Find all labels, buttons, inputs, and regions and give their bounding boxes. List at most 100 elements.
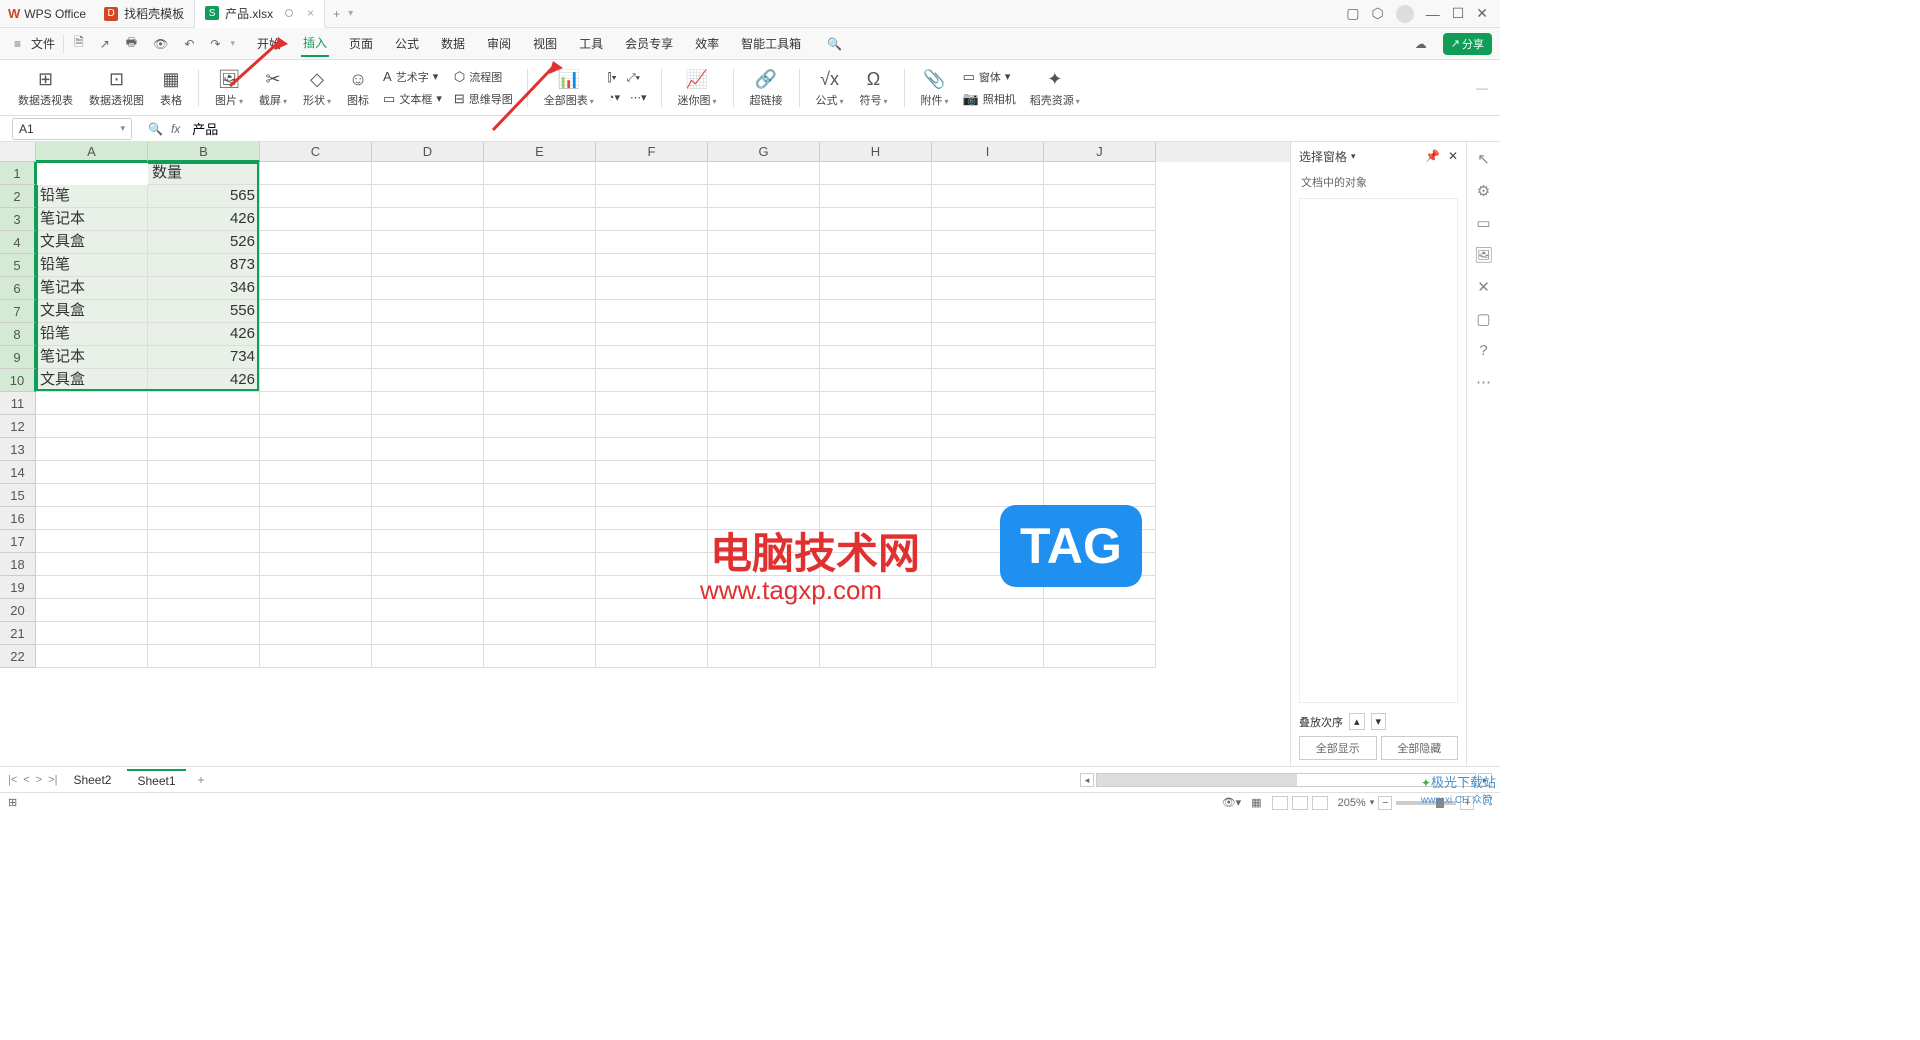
cell-G2[interactable] <box>708 185 820 208</box>
cell-J15[interactable] <box>1044 484 1156 507</box>
cell-D15[interactable] <box>372 484 484 507</box>
cell-H1[interactable] <box>820 162 932 185</box>
cell-H9[interactable] <box>820 346 932 369</box>
cell-C22[interactable] <box>260 645 372 668</box>
col-header-J[interactable]: J <box>1044 142 1156 162</box>
cell-G22[interactable] <box>708 645 820 668</box>
cell-G18[interactable] <box>708 553 820 576</box>
cell-A21[interactable] <box>36 622 148 645</box>
cell-I19[interactable] <box>932 576 1044 599</box>
row-header-7[interactable]: 7 <box>0 300 36 323</box>
cell-E21[interactable] <box>484 622 596 645</box>
cell-B12[interactable] <box>148 415 260 438</box>
cloud-icon[interactable]: ☁ <box>1409 37 1433 51</box>
screenshot-button[interactable]: ✂截屏▾ <box>253 64 293 112</box>
cell-F15[interactable] <box>596 484 708 507</box>
cell-D21[interactable] <box>372 622 484 645</box>
scroll-right-icon[interactable]: ▸ <box>1478 773 1492 787</box>
cell-D16[interactable] <box>372 507 484 530</box>
cell-J17[interactable] <box>1044 530 1156 553</box>
cell-D13[interactable] <box>372 438 484 461</box>
row-header-8[interactable]: 8 <box>0 323 36 346</box>
cell-A18[interactable] <box>36 553 148 576</box>
image-tool-icon[interactable]: 🖼 <box>1474 246 1493 264</box>
col-header-H[interactable]: H <box>820 142 932 162</box>
menu-tab-vip[interactable]: 会员专享 <box>623 31 675 56</box>
cell-E1[interactable] <box>484 162 596 185</box>
cell-F20[interactable] <box>596 599 708 622</box>
col-header-I[interactable]: I <box>932 142 1044 162</box>
line-chart-icon[interactable]: ⤢▾ <box>623 70 644 87</box>
cell-C13[interactable] <box>260 438 372 461</box>
spreadsheet-grid[interactable]: ABCDEFGHIJ 12345678910111213141516171819… <box>0 142 1290 766</box>
cell-I5[interactable] <box>932 254 1044 277</box>
row-header-11[interactable]: 11 <box>0 392 36 415</box>
cell-I15[interactable] <box>932 484 1044 507</box>
cell-F5[interactable] <box>596 254 708 277</box>
cell-G9[interactable] <box>708 346 820 369</box>
symbol-button[interactable]: Ω符号▾ <box>854 64 894 112</box>
cell-A14[interactable] <box>36 461 148 484</box>
cell-D18[interactable] <box>372 553 484 576</box>
menu-tab-page[interactable]: 页面 <box>347 31 375 56</box>
camera-button[interactable]: 📷照相机 <box>959 89 1020 109</box>
cell-A10[interactable]: 文具盒 <box>36 369 148 392</box>
cell-G5[interactable] <box>708 254 820 277</box>
cell-C3[interactable] <box>260 208 372 231</box>
cell-H21[interactable] <box>820 622 932 645</box>
cell-B18[interactable] <box>148 553 260 576</box>
cell-G14[interactable] <box>708 461 820 484</box>
cell-J22[interactable] <box>1044 645 1156 668</box>
zoom-slider[interactable] <box>1396 801 1456 805</box>
col-header-C[interactable]: C <box>260 142 372 162</box>
cell-B17[interactable] <box>148 530 260 553</box>
equation-button[interactable]: √x公式▾ <box>810 64 850 112</box>
cell-F4[interactable] <box>596 231 708 254</box>
cell-D20[interactable] <box>372 599 484 622</box>
print-icon[interactable]: 🖶 <box>120 33 143 54</box>
cell-A4[interactable]: 文具盒 <box>36 231 148 254</box>
hide-all-button[interactable]: 全部隐藏 <box>1381 736 1459 760</box>
cell-F21[interactable] <box>596 622 708 645</box>
pivot-table-button[interactable]: ⊞数据透视表 <box>12 64 79 112</box>
row-header-13[interactable]: 13 <box>0 438 36 461</box>
cell-A8[interactable]: 铅笔 <box>36 323 148 346</box>
cell-D12[interactable] <box>372 415 484 438</box>
pin-icon[interactable]: 📌 <box>1425 149 1440 163</box>
cell-D9[interactable] <box>372 346 484 369</box>
row-header-5[interactable]: 5 <box>0 254 36 277</box>
row-header-20[interactable]: 20 <box>0 599 36 622</box>
cube-icon[interactable]: ⬡ <box>1371 5 1383 22</box>
cell-H17[interactable] <box>820 530 932 553</box>
cell-G16[interactable] <box>708 507 820 530</box>
row-header-1[interactable]: 1 <box>0 162 36 185</box>
col-header-F[interactable]: F <box>596 142 708 162</box>
cell-G12[interactable] <box>708 415 820 438</box>
cell-J14[interactable] <box>1044 461 1156 484</box>
cell-E10[interactable] <box>484 369 596 392</box>
zoom-fx-icon[interactable]: 🔍 <box>148 122 163 136</box>
zoom-in-icon[interactable]: + <box>1460 796 1474 810</box>
cell-H3[interactable] <box>820 208 932 231</box>
cell-H14[interactable] <box>820 461 932 484</box>
cell-A3[interactable]: 笔记本 <box>36 208 148 231</box>
cell-H11[interactable] <box>820 392 932 415</box>
cell-I10[interactable] <box>932 369 1044 392</box>
cell-C9[interactable] <box>260 346 372 369</box>
cell-F7[interactable] <box>596 300 708 323</box>
cell-D2[interactable] <box>372 185 484 208</box>
wordart-button[interactable]: A艺术字▾ <box>379 67 446 87</box>
row-header-14[interactable]: 14 <box>0 461 36 484</box>
zoom-dropdown-icon[interactable]: ▾ <box>1370 797 1375 808</box>
cell-E5[interactable] <box>484 254 596 277</box>
cell-B2[interactable]: 565 <box>148 185 260 208</box>
panel-body[interactable] <box>1299 198 1458 703</box>
cell-D10[interactable] <box>372 369 484 392</box>
cell-J1[interactable] <box>1044 162 1156 185</box>
cell-C8[interactable] <box>260 323 372 346</box>
menu-tab-insert[interactable]: 插入 <box>301 30 329 57</box>
name-box[interactable]: A1 ▾ <box>12 118 132 140</box>
cell-E17[interactable] <box>484 530 596 553</box>
hyperlink-button[interactable]: 🔗超链接 <box>744 64 789 112</box>
cell-I20[interactable] <box>932 599 1044 622</box>
